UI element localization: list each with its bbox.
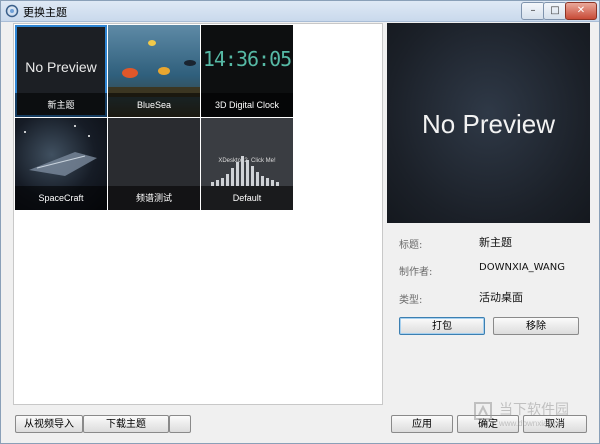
title-value: 新主题 [479,236,512,249]
no-preview-thumb-text: No Preview [25,59,97,75]
window-title: 更换主题 [23,6,67,19]
minimize-button[interactable]: – [521,2,545,20]
preview-text: No Preview [422,109,555,139]
theme-tile-bluesea[interactable]: BlueSea [108,25,200,117]
watermark-text: 当下软件园 [499,402,569,418]
author-value: DOWNXIA_WANG [479,262,565,273]
theme-tile-spectrum-test[interactable]: 频谱测试 [108,118,200,210]
theme-tile-label: BlueSea [108,93,200,117]
watermark-url: www.downxia.com [499,419,565,428]
theme-tile-new[interactable]: No Preview 新主题 [15,25,107,117]
clock-thumb-digits: 14:36:05 [202,47,292,71]
type-label: 类型: [399,295,423,306]
theme-tile-default[interactable]: XDesktop2, Click Me! Default [201,118,293,210]
theme-tile-label: 频谱测试 [108,186,200,210]
type-value: 活动桌面 [479,291,523,304]
import-from-video-button[interactable]: 从视频导入 [15,415,83,433]
theme-tile-label: Default [201,186,293,210]
author-label: 制作者: [399,267,433,278]
close-button[interactable]: ✕ [565,2,597,20]
app-icon [5,4,19,18]
theme-tile-label: SpaceCraft [15,186,107,210]
theme-tile-label: 新主题 [15,93,107,117]
title-bar[interactable]: 更换主题 – □ ✕ [1,1,599,22]
title-label: 标题: [399,240,423,251]
pack-button[interactable]: 打包 [399,317,485,335]
extra-button[interactable] [169,415,191,433]
theme-tile-label: 3D Digital Clock [201,93,293,117]
theme-dialog: 更换主题 – □ ✕ No Preview 新主题 BlueSea 14:36:… [0,0,600,444]
theme-tile-spacecraft[interactable]: SpaceCraft [15,118,107,210]
apply-button[interactable]: 应用 [391,415,453,433]
remove-button[interactable]: 移除 [493,317,579,335]
theme-preview: No Preview [387,23,590,223]
download-theme-button[interactable]: 下载主题 [83,415,169,433]
maximize-button[interactable]: □ [543,2,567,20]
theme-tile-digital-clock[interactable]: 14:36:05 3D Digital Clock [201,25,293,117]
theme-gallery[interactable]: No Preview 新主题 BlueSea 14:36:05 3D Digit… [13,23,383,405]
watermark: 当下软件园 www.downxia.com [471,397,589,437]
watermark-logo-icon [474,402,492,420]
